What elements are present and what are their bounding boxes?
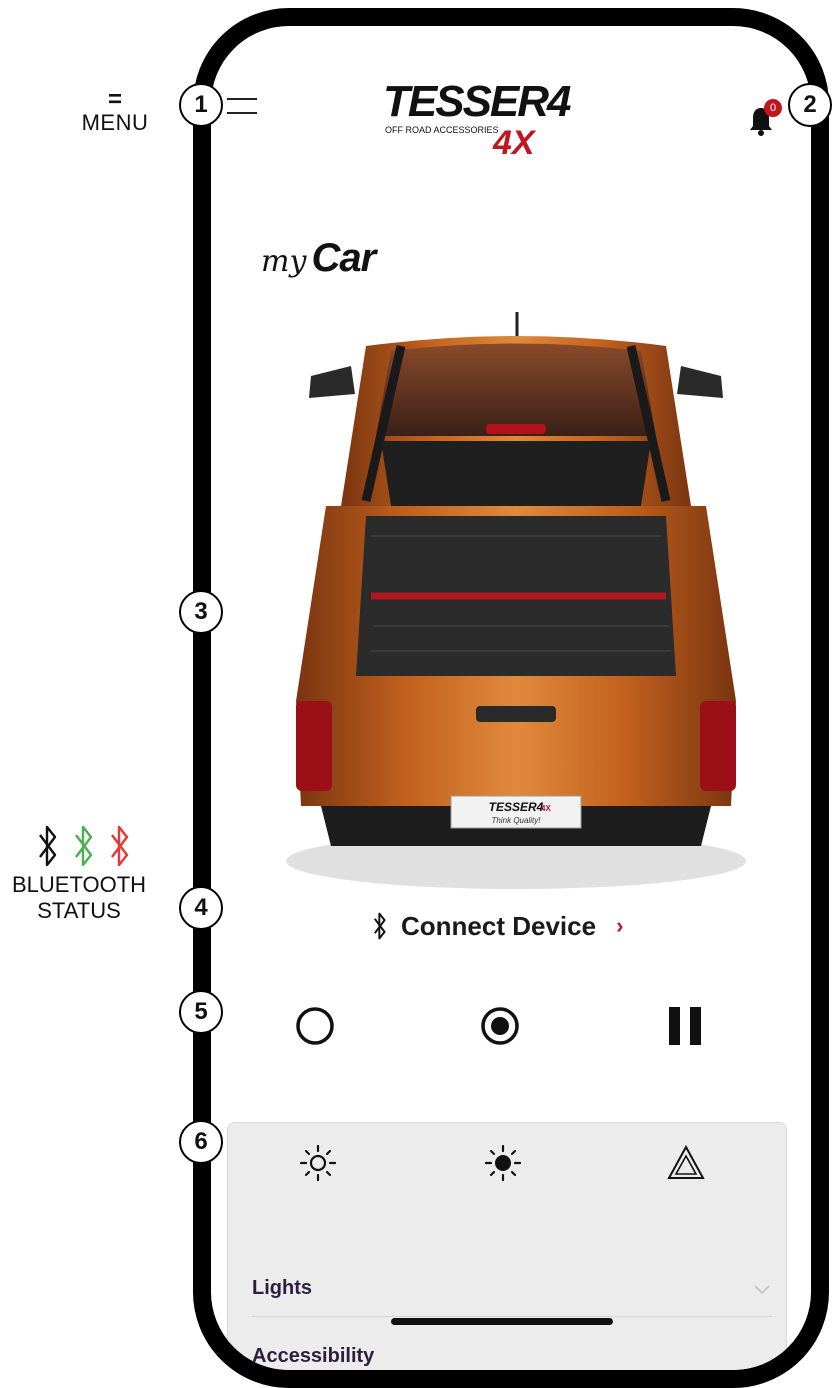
menu-legend-label: MENU bbox=[81, 110, 149, 135]
controls-panel: Lights Accessibility bbox=[227, 1122, 787, 1370]
callout-4: 4 bbox=[179, 886, 223, 930]
sun-outline-icon[interactable] bbox=[298, 1143, 338, 1183]
page-title-script: my bbox=[261, 244, 307, 279]
accordion-lights[interactable]: Lights bbox=[252, 1277, 772, 1300]
brand-suffix-text: 4X bbox=[492, 124, 537, 162]
pause-icon[interactable] bbox=[663, 1004, 707, 1048]
phone-frame: TESSER4 OFF ROAD ACCESSORIES 4X 0 my Car bbox=[193, 8, 829, 1388]
bluetooth-legend-text: BLUETOOTH STATUS bbox=[0, 872, 158, 925]
plate-suffix-text: 4X bbox=[541, 804, 551, 813]
bluetooth-error-icon bbox=[111, 825, 129, 867]
accordion-lights-label: Lights bbox=[252, 1277, 312, 1299]
menu-button[interactable] bbox=[227, 98, 257, 118]
truck-image: TESSER4 4X Think Quality! bbox=[286, 312, 746, 889]
accordion-divider bbox=[252, 1316, 772, 1317]
chevron-right-icon: › bbox=[616, 913, 624, 938]
sun-filled-icon[interactable] bbox=[483, 1143, 523, 1183]
bluetooth-legend: BLUETOOTH STATUS bbox=[0, 820, 158, 925]
home-indicator[interactable] bbox=[391, 1318, 613, 1325]
callout-1: 1 bbox=[179, 83, 223, 127]
bluetooth-icon bbox=[374, 912, 386, 940]
brand-name-text: TESSER4 bbox=[383, 77, 571, 126]
bluetooth-disconnected-icon bbox=[39, 825, 57, 867]
connect-device-button[interactable]: Connect Device › bbox=[371, 906, 623, 946]
hamburger-line bbox=[227, 112, 257, 114]
bluetooth-label-line1: BLUETOOTH bbox=[11, 872, 147, 897]
radio-on-icon[interactable] bbox=[478, 1004, 522, 1048]
menu-symbol: = bbox=[107, 86, 122, 113]
plate-slogan-text: Think Quality! bbox=[492, 816, 542, 825]
connect-device-label: Connect Device bbox=[401, 910, 597, 941]
bluetooth-label-line2: STATUS bbox=[37, 898, 121, 924]
page-title: my Car bbox=[261, 236, 377, 296]
menu-legend: = MENU bbox=[70, 88, 160, 134]
hamburger-line bbox=[227, 98, 257, 100]
app-screen: TESSER4 OFF ROAD ACCESSORIES 4X 0 my Car bbox=[211, 26, 811, 1370]
hazard-triangle-icon[interactable] bbox=[666, 1143, 706, 1183]
ring-icon[interactable] bbox=[293, 1004, 337, 1048]
page-title-bold: Car bbox=[311, 236, 377, 280]
bluetooth-status-icons bbox=[10, 820, 158, 872]
brand-logo: TESSER4 OFF ROAD ACCESSORIES 4X bbox=[383, 77, 573, 162]
callout-6: 6 bbox=[179, 1120, 223, 1164]
chevron-down-icon bbox=[754, 1285, 770, 1295]
bluetooth-connected-icon bbox=[75, 825, 93, 867]
brand-tagline-text: OFF ROAD ACCESSORIES bbox=[385, 125, 499, 135]
notification-badge: 0 bbox=[764, 99, 782, 117]
callout-2: 2 bbox=[788, 83, 832, 127]
accordion-accessibility[interactable]: Accessibility bbox=[252, 1345, 772, 1368]
callout-3: 3 bbox=[179, 590, 223, 634]
accordion-accessibility-label: Accessibility bbox=[252, 1345, 375, 1367]
callout-5: 5 bbox=[179, 990, 223, 1034]
plate-brand-text: TESSER4 bbox=[489, 800, 544, 814]
mode-controls bbox=[211, 1004, 811, 1064]
